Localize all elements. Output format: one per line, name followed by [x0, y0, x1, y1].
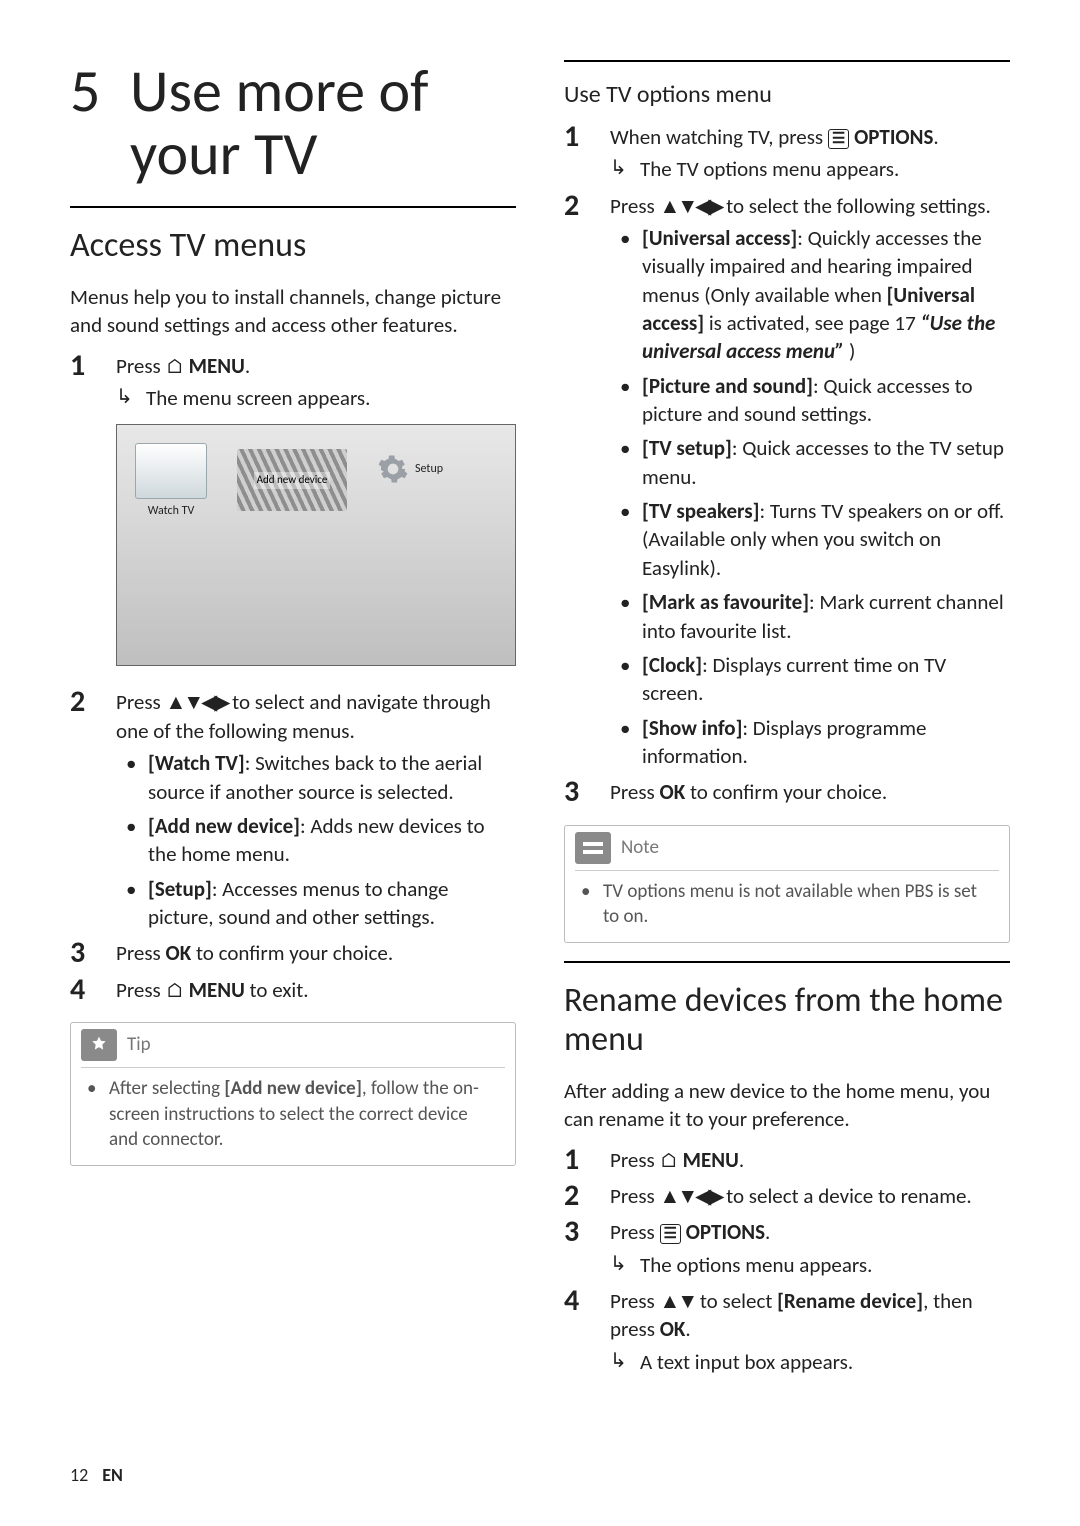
options-step-1: When watching TV, press ☰ OPTIONS. The T…	[564, 123, 1010, 184]
page-footer: 12 EN	[70, 1464, 1010, 1486]
options-button-label: OPTIONS	[681, 1219, 765, 1245]
tip-body: After selecting [Add new device], follow…	[87, 1076, 499, 1153]
section-divider	[70, 206, 516, 208]
step-result: A text input box appears.	[610, 1348, 1010, 1376]
opt-clock: [Clock]: Displays current time on TV scr…	[620, 651, 1010, 708]
chapter-heading: 5Use more of your TV	[70, 60, 516, 186]
opt-tv-speakers: [TV speakers]: Turns TV speakers on or o…	[620, 497, 1010, 582]
rename-steps: Press ⌂ MENU. Press ▲▼◀▶ to select a dev…	[564, 1146, 1010, 1376]
left-column: 5Use more of your TV Access TV menus Men…	[70, 60, 516, 1434]
options-steps: When watching TV, press ☰ OPTIONS. The T…	[564, 123, 1010, 807]
step-text: Press ▲▼◀▶ to select the following setti…	[610, 193, 991, 219]
tip-callout: Tip After selecting [Add new device], fo…	[70, 1022, 516, 1166]
rename-step-2: Press ▲▼◀▶ to select a device to rename.	[564, 1182, 1010, 1210]
section-divider	[564, 60, 1010, 62]
add-device-label: Add new device	[254, 472, 331, 489]
watch-tv-label: Watch TV	[135, 503, 207, 519]
access-opt-add-device: [Add new device]: Adds new devices to th…	[126, 812, 516, 869]
menu-button-label: MENU	[184, 977, 245, 1003]
menu-screenshot: Watch TV Add new device Setup	[116, 424, 516, 666]
tv-item-watch: Watch TV	[135, 443, 207, 519]
tip-badge-icon	[81, 1029, 117, 1061]
rename-step-1: Press ⌂ MENU.	[564, 1146, 1010, 1174]
setup-label: Setup	[415, 461, 443, 477]
note-badge-icon	[575, 832, 611, 864]
tip-head: Tip	[71, 1023, 515, 1067]
two-column-layout: 5Use more of your TV Access TV menus Men…	[70, 60, 1010, 1434]
gear-icon	[377, 453, 409, 485]
note-label: Note	[621, 836, 659, 859]
nav-arrows-icon: ▲▼◀▶	[166, 689, 228, 715]
step-text: When watching TV, press ☰ OPTIONS.	[610, 124, 939, 150]
access-step-4: Press ⌂ MENU to exit.	[70, 976, 516, 1004]
home-icon: ⌂	[166, 976, 184, 1004]
right-column: Use TV options menu When watching TV, pr…	[564, 60, 1010, 1434]
tv-item-add: Add new device	[237, 449, 347, 511]
rename-intro: After adding a new device to the home me…	[564, 1077, 1010, 1134]
access-step-1: Press ⌂ MENU. The menu screen appears. W…	[70, 352, 516, 667]
access-opt-setup: [Setup]: Accesses menus to change pictur…	[126, 875, 516, 932]
options-button-label: OPTIONS	[849, 124, 933, 150]
opt-show-info: [Show info]: Displays programme informat…	[620, 714, 1010, 771]
manual-page: 5Use more of your TV Access TV menus Men…	[0, 0, 1080, 1526]
tv-item-setup: Setup	[377, 453, 443, 485]
home-icon: ⌂	[166, 352, 184, 380]
nav-arrows-icon: ▲▼◀▶	[660, 1183, 722, 1209]
access-intro: Menus help you to install channels, chan…	[70, 283, 516, 340]
opt-universal-access: [Universal access]: Quickly accesses the…	[620, 224, 1010, 366]
watch-tv-thumb	[135, 443, 207, 499]
nav-arrows2-icon: ▲▼	[660, 1288, 696, 1314]
access-opt-watch-tv: [Watch TV]: Switches back to the aerial …	[126, 749, 516, 806]
access-step-3: Press OK to confirm your choice.	[70, 939, 516, 967]
section-access-tv-menus: Access TV menus	[70, 226, 516, 265]
rename-step-3: Press ☰ OPTIONS. The options menu appear…	[564, 1218, 1010, 1279]
rename-step-4: Press ▲▼ to select [Rename device], then…	[564, 1287, 1010, 1376]
note-head: Note	[565, 826, 1009, 870]
opt-tv-setup: [TV setup]: Quick accesses to the TV set…	[620, 434, 1010, 491]
note-callout: Note TV options menu is not available wh…	[564, 825, 1010, 943]
subsection-tv-options: Use TV options menu	[564, 80, 1010, 109]
step-text: Press ⌂ MENU.	[116, 353, 250, 379]
tip-label: Tip	[127, 1033, 151, 1056]
access-step2-options: [Watch TV]: Switches back to the aerial …	[126, 749, 516, 931]
nav-arrows-icon: ▲▼◀▶	[660, 193, 722, 219]
step-text: Press ▲▼◀▶ to select and navigate throug…	[116, 689, 491, 743]
step-result: The menu screen appears.	[116, 384, 516, 412]
menu-button-label: MENU	[184, 353, 245, 379]
access-steps: Press ⌂ MENU. The menu screen appears. W…	[70, 352, 516, 1004]
section-divider	[564, 961, 1010, 963]
chapter-title-line2: your TV	[70, 123, 516, 186]
step-result: The TV options menu appears.	[610, 155, 1010, 183]
options-step-2: Press ▲▼◀▶ to select the following setti…	[564, 192, 1010, 771]
options-list: [Universal access]: Quickly accesses the…	[620, 224, 1010, 770]
access-step-2: Press ▲▼◀▶ to select and navigate throug…	[70, 688, 516, 931]
page-number: 12	[70, 1464, 88, 1486]
note-body: TV options menu is not available when PB…	[581, 879, 993, 930]
opt-picture-sound: [Picture and sound]: Quick accesses to p…	[620, 372, 1010, 429]
options-icon: ☰	[660, 1224, 681, 1244]
opt-mark-favourite: [Mark as favourite]: Mark current channe…	[620, 588, 1010, 645]
ok-button-label: OK	[660, 779, 686, 805]
chapter-number: 5	[70, 60, 130, 123]
home-icon: ⌂	[660, 1146, 678, 1174]
section-rename-devices: Rename devices from the home menu	[564, 981, 1010, 1059]
ok-button-label: OK	[660, 1316, 686, 1342]
menu-button-label: MENU	[678, 1147, 739, 1173]
step-result: The options menu appears.	[610, 1251, 1010, 1279]
page-language: EN	[102, 1464, 123, 1486]
note-text: TV options menu is not available when PB…	[581, 879, 993, 930]
ok-button-label: OK	[166, 940, 192, 966]
options-step-3: Press OK to confirm your choice.	[564, 778, 1010, 806]
tip-text: After selecting [Add new device], follow…	[87, 1076, 499, 1153]
options-icon: ☰	[828, 129, 849, 149]
